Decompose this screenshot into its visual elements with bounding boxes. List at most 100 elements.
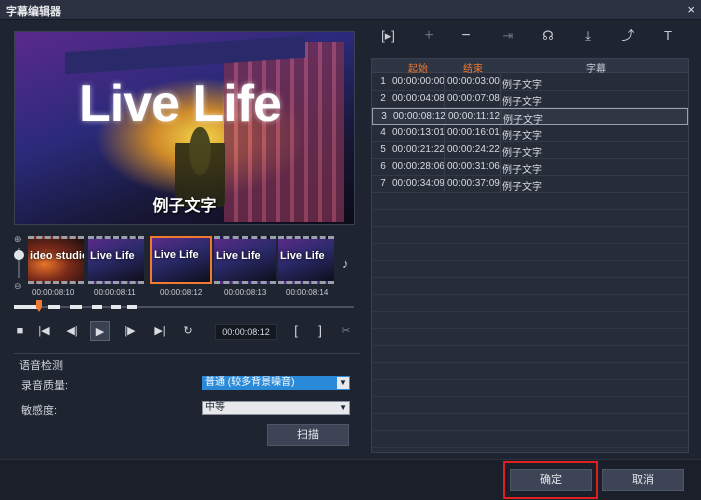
subtitle-segment[interactable] [48,305,60,309]
row-number: 7 [380,178,386,189]
empty-row [372,329,688,346]
empty-row [372,397,688,414]
play-subtitle-icon[interactable]: [▸] [376,26,400,46]
empty-row [372,278,688,295]
subtitle-table: 起始 结束 字幕 1 00:00:00:00 00:00:03:00 例子文字 … [371,58,689,453]
zoom-knob[interactable] [14,250,24,260]
empty-row [372,295,688,312]
subtitle-segment[interactable] [92,305,102,309]
film-frame[interactable]: Live Life [278,236,334,284]
empty-row [372,346,688,363]
table-row[interactable]: 4 00:00:13:01 00:00:16:01 例子文字 [372,125,688,142]
empty-row [372,312,688,329]
empty-row [372,227,688,244]
zoom-out-icon[interactable]: ⊖ [14,281,22,292]
sensitivity-label: 敏感度: [21,405,58,417]
film-frame[interactable]: Live Life [214,236,276,284]
row-start: 00:00:00:00 [392,76,445,87]
sensitivity-select[interactable]: 中等 ▼ [202,401,350,415]
row-start: 00:00:04:08 [392,93,445,104]
preview-title-text: Live Life [79,75,282,133]
row-start: 00:00:08:12 [393,111,446,122]
film-frame-label: ideo studio [30,250,84,262]
row-text: 例子文字 [502,182,542,193]
text-options-icon[interactable]: T [656,26,680,46]
chevron-down-icon[interactable]: ▼ [337,377,349,389]
row-end: 00:00:11:12 [448,111,501,122]
row-end: 00:00:24:22 [447,144,500,155]
quality-select-value: 普通 (较多背景噪音) [205,377,295,388]
audio-wave-icon[interactable]: ♪ [342,256,349,271]
voice-detection-group: 语音检测 录音质量: 普通 (较多背景噪音) ▼ 敏感度: 中等 ▼ 扫描 [14,353,360,453]
film-frame[interactable]: ideo studio [28,236,84,284]
table-row[interactable]: 7 00:00:34:09 00:00:37:09 例子文字 [372,176,688,193]
table-row[interactable]: 5 00:00:21:22 00:00:24:22 例子文字 [372,142,688,159]
import-subtitle-icon[interactable]: ⤓ [576,26,600,46]
scan-button[interactable]: 扫描 [267,424,349,446]
ok-button[interactable]: 确定 [510,469,592,491]
mark-in-icon[interactable]: [ [286,321,306,341]
subtitle-segment[interactable] [127,305,137,309]
subtitle-segment[interactable] [14,305,38,309]
quality-label: 录音质量: [21,380,69,392]
row-text: 例子文字 [502,80,542,91]
row-end: 00:00:37:09 [447,178,500,189]
header-end[interactable]: 结束 [447,60,499,75]
frame-timecode: 00:00:08:10 [32,288,75,297]
subtitle-toolbar: [▸] + − ⇥ ☊ ⤓ ⤴ T [372,26,690,48]
table-rows: 1 00:00:00:00 00:00:03:00 例子文字 2 00:00:0… [372,74,688,448]
film-frame-label: Live Life [90,250,135,262]
film-frame-selected[interactable]: Live Life [150,236,212,284]
row-end: 00:00:16:01 [447,127,500,138]
go-to-start-icon[interactable]: |◀ [34,321,54,341]
row-start: 00:00:28:06 [392,161,445,172]
table-row[interactable]: 1 00:00:00:00 00:00:03:00 例子文字 [372,74,688,91]
repeat-icon[interactable]: ↻ [178,321,198,341]
transport-controls: ■ |◀ ◀| ▶ |▶ ▶| ↻ 00:00:08:12 [ ] ✂ [10,321,360,343]
row-end: 00:00:07:08 [447,93,500,104]
cancel-button[interactable]: 取消 [602,469,684,491]
zoom-slider[interactable]: ⊕ ⊖ [14,234,24,292]
mark-out-icon[interactable]: ] [310,321,330,341]
subtitle-segment[interactable] [111,305,121,309]
row-end: 00:00:31:06 [447,161,500,172]
timecode-display[interactable]: 00:00:08:12 [215,324,277,340]
table-row[interactable]: 2 00:00:04:08 00:00:07:08 例子文字 [372,91,688,108]
row-text: 例子文字 [502,148,542,159]
row-number: 1 [380,76,386,87]
row-start: 00:00:34:09 [392,178,445,189]
row-text: 例子文字 [502,131,542,142]
play-icon[interactable]: ▶ [90,321,110,341]
header-start[interactable]: 起始 [392,60,444,75]
voice-detect-icon[interactable]: ☊ [536,26,560,46]
filmstrip[interactable]: ideo studio Live Life Live Life Live Lif… [28,236,334,284]
title-bar: 字幕编辑器 × [0,0,701,20]
timeline-track[interactable] [14,300,354,312]
preview-subtitle-text: 例子文字 [152,198,217,215]
remove-subtitle-icon[interactable]: − [454,26,478,46]
next-frame-icon[interactable]: |▶ [120,321,140,341]
bottom-bar: 确定 取消 [0,459,701,500]
playhead-marker[interactable] [36,300,42,312]
group-title: 语音检测 [19,360,63,372]
empty-row [372,414,688,431]
chevron-down-icon[interactable]: ▼ [339,402,347,414]
table-row-selected[interactable]: 3 00:00:08:12 00:00:11:12 例子文字 [372,108,688,126]
timeline-line [14,306,354,308]
table-row[interactable]: 6 00:00:28:06 00:00:31:06 例子文字 [372,159,688,176]
go-to-end-icon[interactable]: ▶| [150,321,170,341]
merge-subtitle-icon[interactable]: ⇥ [496,26,520,46]
empty-row [372,363,688,380]
close-icon[interactable]: × [687,2,695,17]
zoom-in-icon[interactable]: ⊕ [14,234,22,245]
previous-frame-icon[interactable]: ◀| [62,321,82,341]
quality-select[interactable]: 普通 (较多背景噪音) ▼ [202,376,350,390]
export-subtitle-icon[interactable]: ⤴ [616,26,640,46]
header-subtitle[interactable]: 字幕 [502,60,688,75]
empty-row [372,244,688,261]
stop-icon[interactable]: ■ [10,321,30,341]
film-frame[interactable]: Live Life [88,236,144,284]
scissors-icon[interactable]: ✂ [336,321,356,341]
add-subtitle-icon[interactable]: + [417,26,441,46]
subtitle-segment[interactable] [70,305,82,309]
